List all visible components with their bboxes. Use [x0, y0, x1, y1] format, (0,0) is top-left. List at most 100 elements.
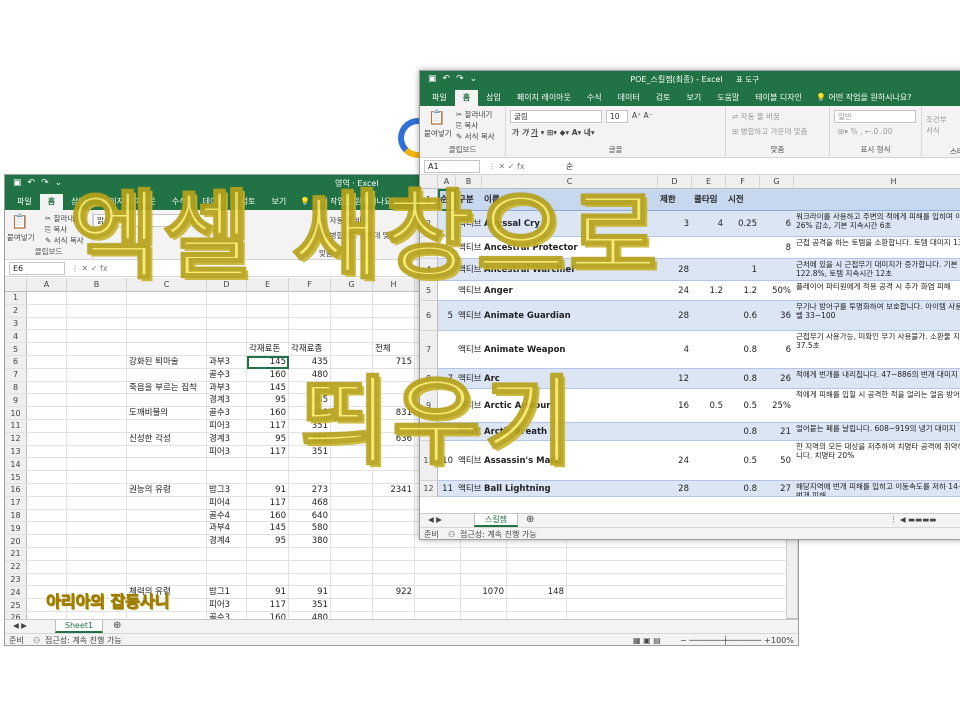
- cell-D2[interactable]: 3: [658, 218, 689, 230]
- paste-button[interactable]: 붙여넣기: [7, 232, 35, 243]
- cell-E9[interactable]: 0.5: [692, 400, 723, 412]
- cell-F11[interactable]: 0.5: [726, 455, 757, 467]
- cell-H12[interactable]: 해당지역에 번개 피해를 입히고 이동속도를 저하 14~260의 번개 피해: [796, 482, 960, 496]
- tab-1[interactable]: 홈: [39, 194, 64, 210]
- cell-D7[interactable]: 골수3: [209, 369, 230, 381]
- cell-H9[interactable]: 적에게 피해를 입힐 시 공격한 적을 얼리는 얼음 방어막: [796, 390, 960, 422]
- cell-E9[interactable]: 95: [247, 394, 286, 406]
- cut-button[interactable]: ✂ 잘라내기: [456, 109, 492, 120]
- tab-7[interactable]: 보기: [678, 90, 709, 106]
- cell-C12[interactable]: Ball Lightning: [484, 483, 551, 495]
- accessibility-icon[interactable]: ⚇: [448, 528, 455, 539]
- cell-E12[interactable]: 95: [247, 433, 286, 445]
- fx-icon[interactable]: ⋮ ✕ ✓ fx: [488, 160, 525, 173]
- cell-E26[interactable]: 160: [247, 612, 286, 619]
- customize-icon[interactable]: ⌄: [55, 175, 63, 192]
- cell-D13[interactable]: 피어3: [209, 446, 230, 458]
- cell-D17[interactable]: 피어4: [209, 497, 230, 509]
- cell-D12[interactable]: 경계3: [209, 433, 230, 445]
- table-header-D[interactable]: 제한: [660, 194, 676, 206]
- cell-E8[interactable]: 145: [247, 382, 286, 394]
- name-box[interactable]: A1: [424, 160, 480, 173]
- cell-D11[interactable]: 24: [658, 455, 689, 467]
- cell-E13[interactable]: 117: [247, 446, 286, 458]
- cell-E11[interactable]: 117: [247, 420, 286, 432]
- redo-icon[interactable]: ↷: [456, 71, 464, 88]
- cell-A6[interactable]: 5: [438, 310, 453, 322]
- cell-C7[interactable]: Animate Weapon: [484, 344, 565, 356]
- cell-D7[interactable]: 4: [658, 344, 689, 356]
- cell-D10[interactable]: 골수3: [209, 407, 230, 419]
- cell-E10[interactable]: 160: [247, 407, 286, 419]
- cell-G8[interactable]: 26: [760, 373, 791, 385]
- paste-button[interactable]: 붙여넣기: [424, 128, 452, 139]
- cell-F6[interactable]: 0.6: [726, 310, 757, 322]
- table-header-E[interactable]: 쿨타임: [694, 194, 717, 206]
- save-icon[interactable]: ▣: [13, 175, 22, 192]
- tab-2[interactable]: 삽입: [478, 90, 509, 106]
- cell-G7[interactable]: 6: [760, 344, 791, 356]
- accessibility-icon[interactable]: ⚇: [33, 634, 40, 645]
- cell-D18[interactable]: 골수4: [209, 510, 230, 522]
- cell-F18[interactable]: 640: [289, 510, 328, 522]
- tab-4[interactable]: 수식: [579, 90, 610, 106]
- tab-3[interactable]: 페이지 레이아웃: [509, 90, 579, 106]
- cell-F24[interactable]: 91: [289, 586, 328, 598]
- cell-D26[interactable]: 골수3: [209, 612, 230, 619]
- copy-button[interactable]: ⎘ 복사: [456, 120, 478, 131]
- cell-C10[interactable]: 도깨비불의: [129, 407, 168, 419]
- font-name-dropdown[interactable]: 굴림: [510, 110, 602, 123]
- cell-H4[interactable]: 근처에 있을 시 근접무기 대미지가 증가합니다. 기본 대미지 122.8%,…: [796, 260, 960, 280]
- cell-D20[interactable]: 경계4: [209, 535, 230, 547]
- cell-H2[interactable]: 워크라이를 사용하고 주변의 적에게 피해를 입히며 이동속도 26% 감소, …: [796, 212, 960, 236]
- cell-G3[interactable]: 8: [760, 242, 791, 254]
- cell-D11[interactable]: 피어3: [209, 420, 230, 432]
- cell-H6[interactable]: 무기나 방어구를 투명화하여 보호합니다. 아이템 사용가능 레벨 33~100: [796, 302, 960, 330]
- tell-me-search[interactable]: 💡 어떤 작업을 원하시나요?: [816, 90, 911, 106]
- cell-H8[interactable]: 적에게 번개를 내리칩니다. 47~886의 번개 대미지: [796, 370, 960, 388]
- selected-cell[interactable]: [247, 356, 289, 369]
- merge-center-button[interactable]: ⊞ 병합하고 가운데 맞춤: [732, 126, 808, 137]
- cell-G10[interactable]: 21: [760, 426, 791, 438]
- cell-D5[interactable]: 24: [658, 285, 689, 297]
- cell-D8[interactable]: 과부3: [209, 382, 230, 394]
- cell-H10[interactable]: 얼어붙는 폐를 날립니다. 608~919의 냉기 대미지: [796, 424, 960, 440]
- cell-F7[interactable]: 0.8: [726, 344, 757, 356]
- undo-icon[interactable]: ↶: [443, 71, 451, 88]
- font-style-buttons[interactable]: 가 가 가 ▾ ⊞▾ ◆▾ A▾ 내▾: [512, 127, 595, 138]
- cell-F12[interactable]: 0.8: [726, 483, 757, 495]
- sheet-tab-sheet1[interactable]: Sheet1: [55, 620, 103, 633]
- zoom-level[interactable]: 100%: [771, 634, 794, 645]
- redo-icon[interactable]: ↷: [41, 175, 49, 192]
- cell-F20[interactable]: 380: [289, 535, 328, 547]
- font-size-dropdown[interactable]: 10: [606, 110, 628, 123]
- paste-icon[interactable]: 📋: [428, 110, 445, 126]
- column-header-D[interactable]: D: [658, 175, 692, 189]
- sheet-tab-skillgem[interactable]: 스킬젬: [474, 514, 518, 527]
- cell-K24[interactable]: 148: [507, 586, 564, 598]
- customize-icon[interactable]: ⌄: [470, 71, 478, 88]
- cell-F17[interactable]: 468: [289, 497, 328, 509]
- cell-H16[interactable]: 2341: [373, 484, 412, 496]
- cell-G11[interactable]: 50: [760, 455, 791, 467]
- cell-C6[interactable]: Animate Guardian: [484, 310, 571, 322]
- sheet-nav-icon[interactable]: ◀ ▶: [13, 621, 27, 630]
- cell-H5[interactable]: 전체: [375, 343, 391, 355]
- cell-D6[interactable]: 28: [658, 310, 689, 322]
- cell-C8[interactable]: 죽음을 부르는 집착: [129, 382, 197, 394]
- tab-0[interactable]: 파일: [9, 194, 40, 210]
- tab-0[interactable]: 파일: [424, 90, 455, 106]
- save-icon[interactable]: ▣: [428, 71, 437, 88]
- cell-D19[interactable]: 과부4: [209, 522, 230, 534]
- select-all-corner[interactable]: [5, 278, 27, 292]
- sheet-nav-icon[interactable]: ◀ ▶: [428, 515, 442, 524]
- tab-1[interactable]: 홈: [454, 90, 479, 106]
- cell-F9[interactable]: 0.5: [726, 400, 757, 412]
- tab-9[interactable]: 테이블 디자인: [747, 90, 810, 106]
- zoom-slider[interactable]: − ───────┼─────── +: [680, 634, 771, 645]
- add-sheet-icon[interactable]: ⊕: [113, 620, 121, 631]
- cell-F4[interactable]: 1: [726, 264, 757, 276]
- undo-icon[interactable]: ↶: [28, 175, 36, 192]
- cell-E25[interactable]: 117: [247, 599, 286, 611]
- add-sheet-icon[interactable]: ⊕: [526, 514, 534, 525]
